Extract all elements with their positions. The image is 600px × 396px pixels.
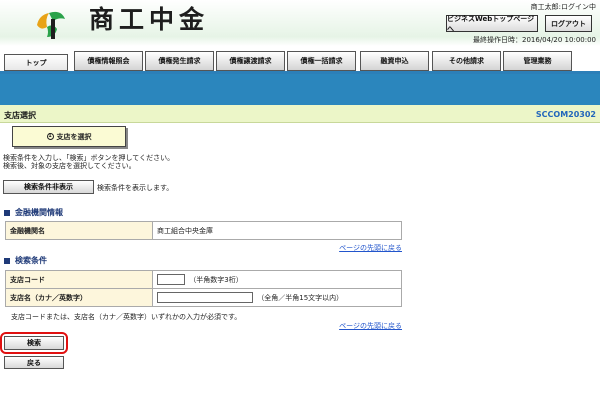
tab-top[interactable]: トップ (4, 54, 68, 71)
tab-other-requests[interactable]: その他請求 (432, 51, 501, 71)
last-operation-time: 最終操作日時：2016/04/20 10:00:00 (472, 36, 596, 44)
tab-claim-issue-request[interactable]: 債権発生請求 (145, 51, 214, 71)
branch-code-input[interactable] (157, 274, 185, 285)
logo-text: 商工中金 (89, 5, 210, 34)
logged-in-user: 商工太郎:ログイン中 (530, 3, 596, 11)
page-top-link[interactable]: ページの先頭に戻る (339, 321, 402, 331)
required-note: 支店コードまたは、支店名（カナ／英数字）いずれかの入力が必須です。 (11, 313, 242, 321)
page-top-link[interactable]: ページの先頭に戻る (339, 243, 402, 253)
search-conditions-heading: 検索条件 (4, 255, 47, 266)
branch-name-hint: （全角／半角15文字以内） (257, 293, 344, 302)
tab-loan-application[interactable]: 融資申込 (360, 51, 429, 71)
table-row: 金融機関名 商工組合中央金庫 (5, 221, 402, 240)
financial-institution-label: 金融機関名 (5, 221, 153, 240)
branch-code-label: 支店コード (5, 270, 153, 289)
tab-claim-batch-request[interactable]: 債権一括請求 (287, 51, 356, 71)
tab-claim-info-inquiry[interactable]: 債権情報照会 (74, 51, 143, 71)
table-row: 支店コード （半角数字3桁） (5, 270, 402, 289)
instruction-line: 検索後、対象の支店を選択してください。 (3, 162, 136, 170)
step-indicator: 1 支店を選択 (12, 126, 126, 147)
search-conditions-table: 支店コード （半角数字3桁） 支店名（カナ／英数字） （全角／半角15文字以内） (5, 270, 402, 307)
table-row: 支店名（カナ／英数字） （全角／半角15文字以内） (5, 288, 402, 307)
back-button[interactable]: 戻る (4, 356, 64, 369)
screen-code: SCCOM20302 (535, 110, 596, 119)
branch-code-cell: （半角数字3桁） (152, 270, 402, 289)
step-number-icon: 1 (46, 133, 54, 140)
financial-institution-value: 商工組合中央金庫 (152, 221, 402, 240)
toggle-search-conditions-note: 検索条件を表示します。 (97, 184, 174, 192)
step-label: 支店を選択 (56, 132, 92, 141)
logout-button[interactable]: ログアウト (545, 15, 592, 32)
toggle-search-conditions-button[interactable]: 検索条件非表示 (3, 180, 94, 194)
tab-claim-transfer-request[interactable]: 債権譲渡請求 (216, 51, 285, 71)
branch-name-cell: （全角／半角15文字以内） (152, 288, 402, 307)
branch-name-label: 支店名（カナ／英数字） (5, 288, 153, 307)
section-heading-text: 金融機関情報 (15, 208, 63, 217)
section-square-icon (4, 209, 10, 216)
financial-institution-heading: 金融機関情報 (4, 207, 63, 218)
page-title: 支店選択 (4, 111, 36, 120)
tab-management[interactable]: 管理業務 (503, 51, 572, 71)
section-square-icon (4, 257, 10, 264)
sub-menu-band (0, 74, 600, 105)
title-bar (0, 105, 600, 123)
shokochukin-logo-icon (37, 11, 65, 39)
financial-institution-table: 金融機関名 商工組合中央金庫 (5, 221, 402, 240)
branch-code-hint: （半角数字3桁） (189, 275, 243, 284)
search-button[interactable]: 検索 (4, 336, 64, 350)
section-heading-text: 検索条件 (15, 256, 47, 265)
instruction-line: 検索条件を入力し、「検索」ボタンを押してください。 (3, 154, 175, 162)
business-web-toppage-button[interactable]: ビジネスWebトップページへ (446, 15, 538, 33)
branch-name-input[interactable] (157, 292, 253, 303)
